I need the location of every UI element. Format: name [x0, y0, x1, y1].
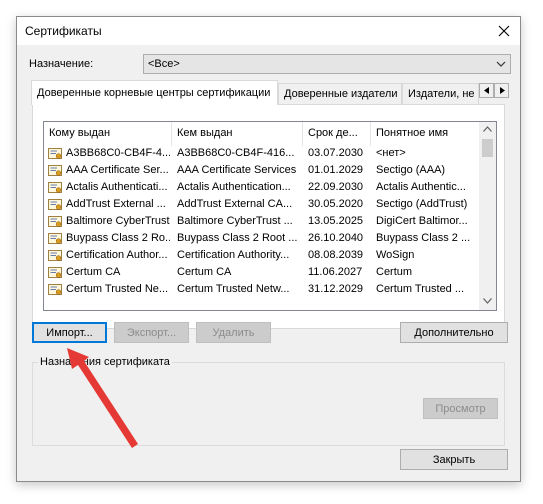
cell-issued-to: Certum CA [66, 266, 121, 278]
table-row[interactable]: Actalis Authenticati... Actalis Authentic… [44, 180, 481, 197]
triangle-right-icon [499, 87, 505, 94]
cell-issued-by: Buypass Class 2 Root ... [177, 232, 298, 244]
certificate-icon [48, 182, 62, 193]
cell-issued-to: AAA Certificate Ser... [66, 164, 169, 176]
certificate-icon [48, 267, 62, 278]
view-button[interactable]: Просмотр [423, 398, 498, 419]
column-header-friendly-name[interactable]: Понятное имя [371, 122, 481, 146]
table-row[interactable]: Certum Trusted Ne... Certum Trusted Netw.… [44, 282, 481, 299]
table-row[interactable]: Certum CA Certum CA 11.06.2027 Certum [44, 265, 481, 282]
table-row[interactable]: AddTrust External ... AddTrust External C… [44, 197, 481, 214]
cell-issued-by: Baltimore CyberTrust ... [177, 215, 293, 227]
certificate-icon [48, 148, 62, 159]
title-bar[interactable]: Сертификаты [17, 17, 520, 45]
list-scrollbar[interactable] [479, 122, 496, 310]
chevron-down-icon [496, 61, 506, 67]
scroll-thumb[interactable] [482, 139, 493, 157]
close-button[interactable]: Закрыть [400, 449, 508, 470]
cell-expiration: 31.12.2029 [308, 283, 364, 295]
close-window-button[interactable] [488, 17, 520, 45]
cell-issued-to: Baltimore CyberTrust... [66, 215, 170, 227]
certificate-icon [48, 216, 62, 227]
list-header: Кому выдан Кем выдан Срок де... Понятное… [44, 122, 481, 146]
cell-friendly-name: DigiCert Baltimor... [376, 215, 468, 227]
certificate-list[interactable]: Кому выдан Кем выдан Срок де... Понятное… [43, 121, 497, 311]
cell-expiration: 08.08.2039 [308, 249, 364, 261]
cell-expiration: 30.05.2020 [308, 198, 364, 210]
certificate-icon [48, 284, 62, 295]
cell-friendly-name: WoSign [376, 249, 415, 261]
cell-friendly-name: Certum [376, 266, 413, 278]
certificate-rows: A3BB68C0-CB4F-4... A3BB68C0-CB4F-416... 03… [44, 146, 481, 299]
table-row[interactable]: Buypass Class 2 Ro... Buypass Class 2 Roo… [44, 231, 481, 248]
tab-trusted-publishers[interactable]: Доверенные издатели [278, 83, 402, 104]
cell-friendly-name: Actalis Authentic... [376, 181, 466, 193]
certificate-icon [48, 165, 62, 176]
cell-issued-by: AddTrust External CA... [177, 198, 293, 210]
cell-issued-to: Buypass Class 2 Ro... [66, 232, 170, 244]
scroll-down-icon[interactable] [483, 298, 492, 304]
cell-issued-to: Certification Author... [66, 249, 168, 261]
import-button[interactable]: Импорт... [32, 322, 107, 343]
table-row[interactable]: Baltimore CyberTrust... Baltimore CyberTr… [44, 214, 481, 231]
close-icon [498, 25, 510, 37]
export-button[interactable]: Экспорт... [114, 322, 189, 343]
tab-scroll-right-button[interactable] [494, 83, 509, 98]
cell-issued-by: A3BB68C0-CB4F-416... [177, 147, 295, 159]
table-row[interactable]: Certification Author... Certification Aut… [44, 248, 481, 265]
certificate-icon [48, 233, 62, 244]
window-title: Сертификаты [25, 24, 102, 38]
cell-friendly-name: Sectigo (AAA) [376, 164, 446, 176]
cell-issued-by: Actalis Authentication... [177, 181, 291, 193]
cell-expiration: 13.05.2025 [308, 215, 364, 227]
column-header-issued-by[interactable]: Кем выдан [172, 122, 303, 146]
column-header-expiration[interactable]: Срок де... [303, 122, 371, 146]
purpose-select[interactable]: <Все> [143, 54, 511, 74]
cell-expiration: 03.07.2030 [308, 147, 364, 159]
tab-scroll-left-button[interactable] [479, 83, 494, 98]
cell-issued-by: Certification Authority... [177, 249, 290, 261]
certificate-purposes-title: Назначения сертификата [38, 356, 172, 368]
certificate-icon [48, 199, 62, 210]
advanced-button[interactable]: Дополнительно [400, 322, 508, 343]
cell-issued-to: Certum Trusted Ne... [66, 283, 169, 295]
cell-friendly-name: <нет> [376, 147, 406, 159]
delete-button[interactable]: Удалить [196, 322, 271, 343]
certificate-icon [48, 250, 62, 261]
cell-friendly-name: Buypass Class 2 ... [376, 232, 471, 244]
certificates-dialog: Сертификаты Назначение: <Все> Доверенные… [16, 16, 521, 482]
cell-issued-to: Actalis Authenticati... [66, 181, 168, 193]
cell-issued-by: Certum Trusted Netw... [177, 283, 290, 295]
cell-issued-by: Certum CA [177, 266, 232, 278]
table-row[interactable]: A3BB68C0-CB4F-4... A3BB68C0-CB4F-416... 03… [44, 146, 481, 163]
cell-expiration: 26.10.2040 [308, 232, 364, 244]
tab-panel: Кому выдан Кем выдан Срок де... Понятное… [32, 104, 505, 329]
cell-issued-by: AAA Certificate Services [177, 164, 297, 176]
purpose-label: Назначение: [29, 58, 94, 70]
cell-friendly-name: Certum Trusted ... [376, 283, 465, 295]
tab-untrusted-publishers[interactable]: Издатели, не [402, 83, 479, 104]
cell-friendly-name: Sectigo (AddTrust) [376, 198, 468, 210]
cell-issued-to: AddTrust External ... [66, 198, 166, 210]
column-header-issued-to[interactable]: Кому выдан [44, 122, 172, 146]
cell-expiration: 11.06.2027 [308, 266, 363, 278]
cell-expiration: 01.01.2029 [308, 164, 364, 176]
purpose-select-value: <Все> [148, 58, 180, 70]
scroll-up-icon[interactable] [483, 126, 492, 132]
table-row[interactable]: AAA Certificate Ser... AAA Certificate Se… [44, 163, 481, 180]
cell-expiration: 22.09.2030 [308, 181, 364, 193]
triangle-left-icon [483, 87, 489, 94]
cell-issued-to: A3BB68C0-CB4F-4... [66, 147, 170, 159]
tab-trusted-root-ca[interactable]: Доверенные корневые центры сертификации [31, 80, 278, 105]
